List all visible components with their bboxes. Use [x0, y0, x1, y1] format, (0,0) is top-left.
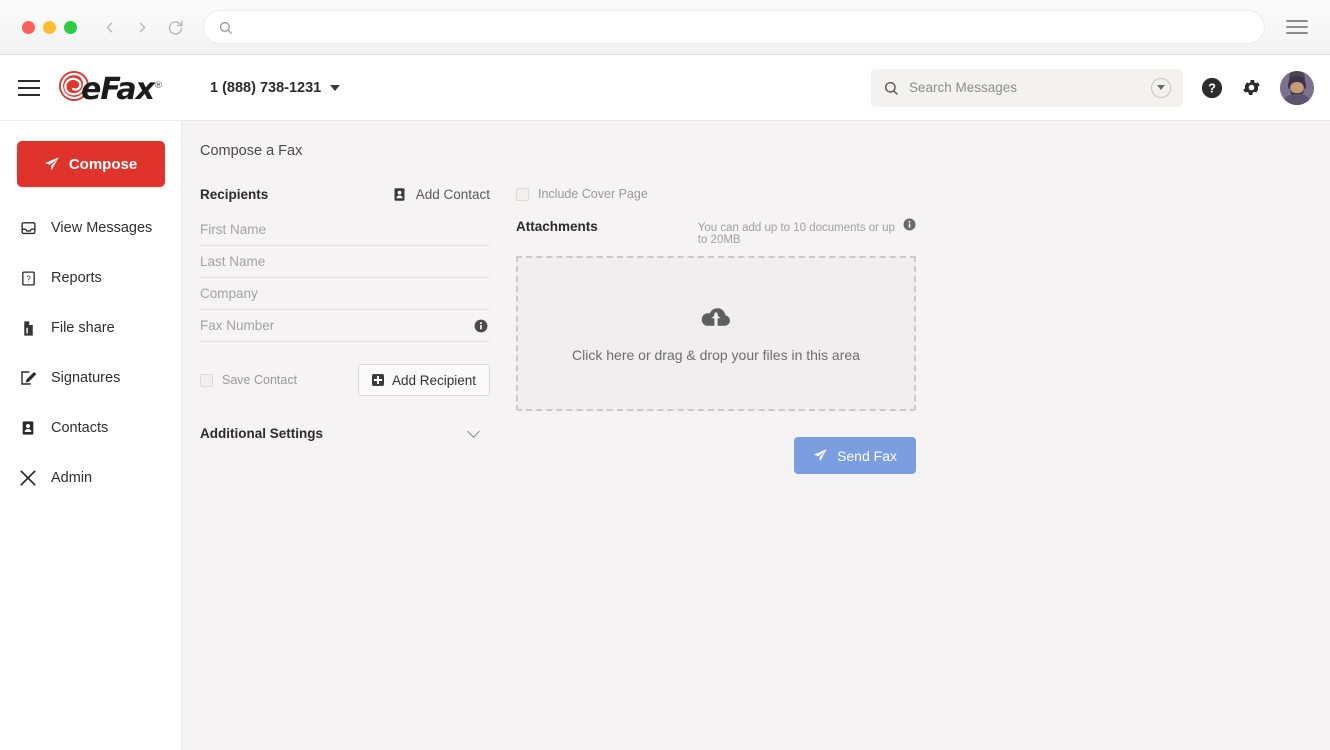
- search-filter-dropdown-button[interactable]: [1151, 78, 1171, 98]
- last-name-input[interactable]: [200, 254, 490, 269]
- sidebar-item-label: File share: [51, 320, 115, 336]
- save-contact-row: Save Contact Add Recipient: [200, 364, 490, 396]
- search-messages-box[interactable]: [871, 69, 1183, 107]
- send-fax-button[interactable]: Send Fax: [794, 437, 916, 474]
- recipients-column: Recipients Add Contact: [200, 187, 490, 474]
- add-contact-button[interactable]: Add Contact: [392, 187, 490, 202]
- compose-button-label: Compose: [69, 156, 137, 173]
- attachments-hint: You can add up to 10 documents or up to …: [698, 222, 895, 246]
- paper-plane-icon: [44, 156, 60, 172]
- sidebar-item-label: Signatures: [51, 370, 120, 386]
- save-contact-checkbox[interactable]: Save Contact: [200, 373, 297, 387]
- sidebar-item-label: Reports: [51, 270, 102, 286]
- tools-icon: [19, 469, 37, 487]
- send-fax-label: Send Fax: [837, 448, 897, 464]
- attachments-label: Attachments: [516, 219, 598, 234]
- help-circle-icon[interactable]: ?: [1201, 77, 1223, 99]
- minimize-window-button[interactable]: [43, 21, 56, 34]
- first-name-field[interactable]: [200, 214, 490, 246]
- additional-settings-toggle[interactable]: Additional Settings: [200, 426, 490, 441]
- phone-number-label: 1 (888) 738-1231: [210, 80, 321, 96]
- browser-menu-button[interactable]: [1286, 20, 1308, 34]
- add-contact-label: Add Contact: [416, 187, 490, 202]
- sidebar-toggle-button[interactable]: [18, 80, 40, 96]
- fax-number-info-icon[interactable]: [474, 319, 488, 333]
- search-icon: [883, 80, 899, 96]
- sidebar-item-label: Contacts: [51, 420, 108, 436]
- reload-icon[interactable]: [167, 19, 184, 36]
- page-title: Compose a Fax: [200, 143, 1330, 159]
- search-icon: [218, 20, 233, 35]
- sidebar-item-reports[interactable]: ? Reports: [0, 253, 181, 303]
- phone-number-selector[interactable]: 1 (888) 738-1231: [210, 80, 340, 96]
- maximize-window-button[interactable]: [64, 21, 77, 34]
- svg-text:?: ?: [26, 274, 31, 283]
- additional-settings-label: Additional Settings: [200, 426, 323, 441]
- fax-number-input[interactable]: [200, 318, 490, 333]
- contact-card-icon: [392, 187, 407, 202]
- sidebar-item-contacts[interactable]: Contacts: [0, 403, 181, 453]
- save-contact-label: Save Contact: [222, 373, 297, 387]
- compose-button[interactable]: Compose: [17, 141, 165, 187]
- report-question-icon: ?: [19, 270, 37, 287]
- svg-text:?: ?: [1208, 80, 1216, 95]
- inbox-icon: [19, 220, 37, 237]
- chevron-right-icon[interactable]: [134, 19, 151, 36]
- attachments-header: Attachments You can add up to 10 documen…: [516, 218, 916, 246]
- last-name-field[interactable]: [200, 246, 490, 278]
- include-cover-page-label: Include Cover Page: [538, 187, 648, 201]
- company-input[interactable]: [200, 286, 490, 301]
- first-name-input[interactable]: [200, 222, 490, 237]
- sidebar-item-signatures[interactable]: Signatures: [0, 353, 181, 403]
- url-input[interactable]: [243, 20, 1250, 35]
- traffic-lights: [22, 21, 77, 34]
- avatar[interactable]: [1280, 71, 1314, 105]
- recipients-label: Recipients: [200, 187, 268, 202]
- app-header: eFax® 1 (888) 738-1231 ?: [0, 55, 1330, 121]
- efax-logo-text: eFax®: [81, 70, 162, 106]
- chevron-down-icon: [467, 425, 480, 438]
- file-share-icon: [19, 320, 37, 337]
- checkbox-box: [516, 188, 529, 201]
- include-cover-page-checkbox[interactable]: Include Cover Page: [516, 187, 916, 201]
- chevron-down-icon: [330, 85, 340, 91]
- sidebar-item-admin[interactable]: Admin: [0, 453, 181, 503]
- signature-icon: [19, 369, 37, 387]
- fax-number-field[interactable]: [200, 310, 490, 342]
- main-content: Compose a Fax Recipients Add Contact: [182, 121, 1330, 750]
- dropzone-text: Click here or drag & drop your files in …: [572, 347, 860, 363]
- send-fax-row: Send Fax: [516, 437, 916, 474]
- attachments-info-icon[interactable]: [903, 218, 916, 231]
- avatar-image: [1280, 71, 1314, 105]
- registered-mark: ®: [154, 81, 162, 91]
- plus-square-icon: [372, 374, 384, 386]
- compose-form: Recipients Add Contact: [200, 187, 1330, 474]
- file-dropzone[interactable]: Click here or drag & drop your files in …: [516, 256, 916, 411]
- paper-plane-icon: [813, 448, 828, 463]
- sidebar-item-label: Admin: [51, 470, 92, 486]
- attachments-column: Include Cover Page Attachments You can a…: [516, 187, 916, 474]
- company-field[interactable]: [200, 278, 490, 310]
- cloud-upload-icon: [700, 305, 732, 331]
- efax-logo[interactable]: eFax®: [58, 70, 162, 106]
- gear-icon[interactable]: [1241, 77, 1262, 98]
- checkbox-box: [200, 374, 213, 387]
- search-input[interactable]: [909, 80, 1141, 95]
- sidebar-item-file-share[interactable]: File share: [0, 303, 181, 353]
- add-recipient-button[interactable]: Add Recipient: [358, 364, 490, 396]
- contacts-book-icon: [19, 420, 37, 436]
- browser-url-bar[interactable]: [204, 11, 1264, 43]
- close-window-button[interactable]: [22, 21, 35, 34]
- browser-chrome: [0, 0, 1330, 55]
- sidebar-item-view-messages[interactable]: View Messages: [0, 203, 181, 253]
- chevron-left-icon[interactable]: [101, 19, 118, 36]
- recipients-header: Recipients Add Contact: [200, 187, 490, 202]
- add-recipient-label: Add Recipient: [392, 373, 476, 388]
- header-actions: ?: [871, 69, 1314, 107]
- sidebar-item-label: View Messages: [51, 220, 152, 236]
- browser-nav-buttons: [101, 19, 184, 36]
- sidebar: Compose View Messages ? Reports File sha…: [0, 121, 182, 750]
